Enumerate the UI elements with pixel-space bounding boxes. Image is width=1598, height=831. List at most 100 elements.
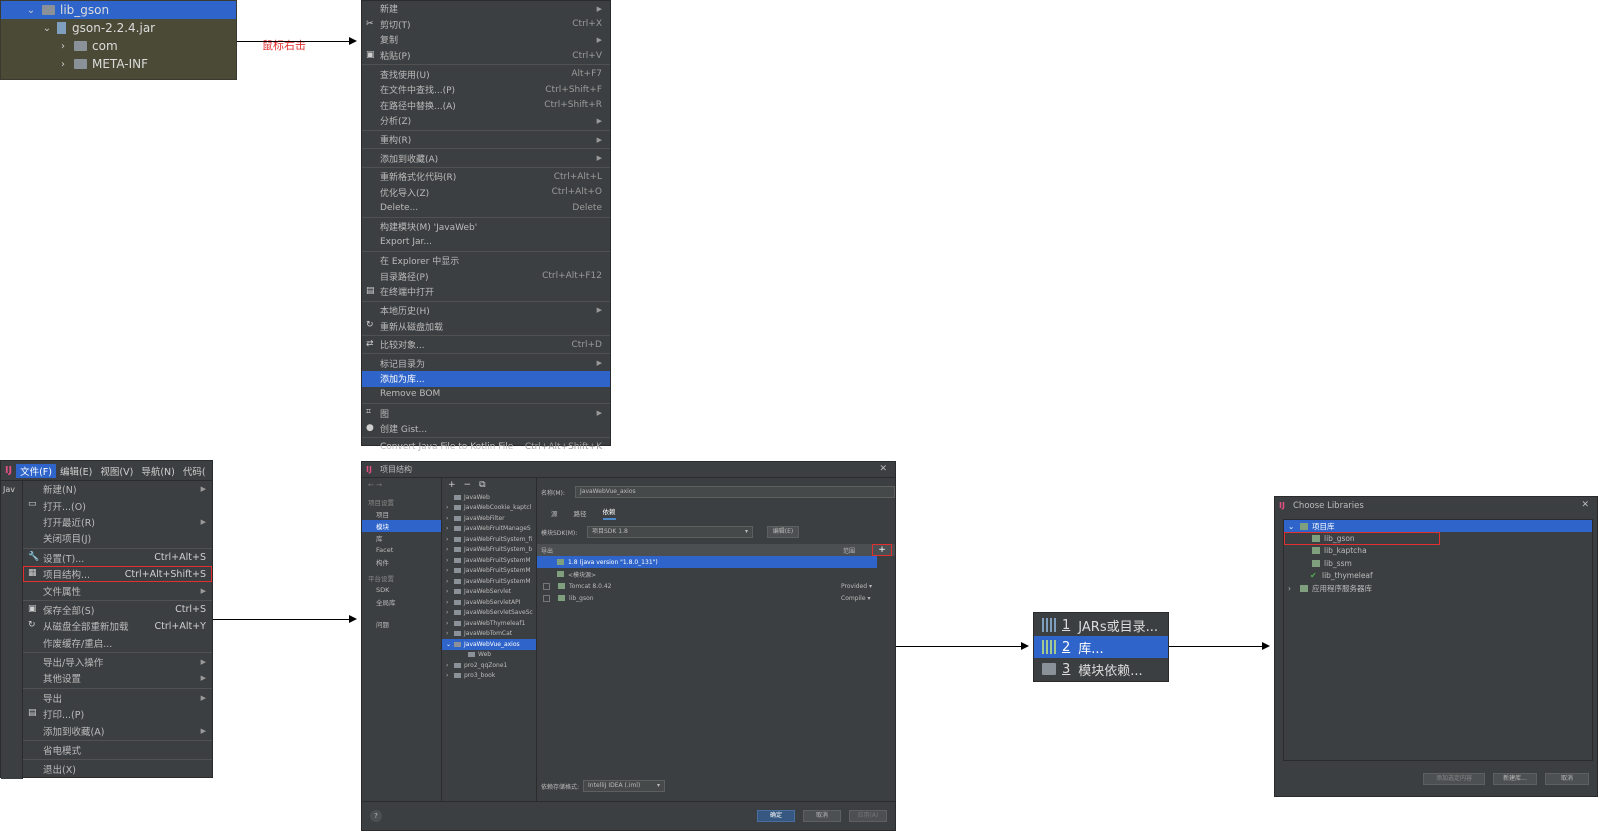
context-menu-item-31[interactable]: 添加为库... — [362, 371, 610, 387]
apply-button[interactable]: 应用(A) — [849, 810, 887, 822]
file-menu-item-5[interactable]: 🔧 设置(T)... Ctrl+Alt+S — [23, 550, 212, 566]
menubar-item[interactable]: 导航(N) — [137, 464, 179, 478]
module-item[interactable]: › JavaWebCookie_kaptcl — [442, 503, 536, 514]
module-item[interactable]: › JavaWebThymeleaf1 — [442, 618, 536, 629]
file-menu-item-17[interactable]: ▤ 打印...(P) — [23, 706, 212, 722]
file-menu-item-18[interactable]: 添加到收藏(A) ▶ — [23, 722, 212, 738]
module-item[interactable]: › JavaWebFruitManageS — [442, 524, 536, 535]
add-selected-button[interactable]: 添加选定内容 — [1423, 773, 1485, 785]
file-menu-item-16[interactable]: 导出 ▶ — [23, 690, 212, 706]
context-menu-item-12[interactable]: 添加到收藏(A) ▶ — [362, 150, 610, 166]
file-menu-item-20[interactable]: 省电模式 — [23, 742, 212, 758]
dependency-scope[interactable]: Compile ▾ — [841, 595, 877, 602]
popup-item-module-dep[interactable]: 3 模块依赖... — [1034, 658, 1168, 680]
copy-icon[interactable]: ⧉ — [479, 480, 485, 490]
file-menu-item-11[interactable]: 作废缓存/重启... — [23, 635, 212, 651]
module-tab[interactable]: 路径 — [574, 508, 587, 518]
tree-node-com[interactable]: › com — [1, 37, 236, 55]
module-item[interactable]: ⌄ JavaWebVue_axios — [442, 639, 536, 650]
cancel-button[interactable]: 取消 — [1545, 773, 1589, 785]
file-menu-item-2[interactable]: 打开最近(R) ▶ — [23, 514, 212, 530]
module-item[interactable]: › JavaWebFruitSystem_fi — [442, 534, 536, 545]
new-library-button[interactable]: 新建库... — [1493, 773, 1537, 785]
dependency-row[interactable]: lib_gson Compile ▾ — [537, 592, 877, 604]
module-item[interactable]: › JavaWebServletSaveSc — [442, 608, 536, 619]
add-icon[interactable]: + — [448, 480, 456, 490]
context-menu-item-2[interactable]: 复制 ▶ — [362, 32, 610, 48]
module-name-input[interactable]: JavaWebVue_axios — [575, 486, 895, 498]
context-menu-item-6[interactable]: 在文件中查找...(P) Ctrl+Shift+F — [362, 82, 610, 98]
menubar-item[interactable]: 文件(F) — [16, 463, 56, 478]
context-menu-item-35[interactable]: ● 创建 Gist... — [362, 421, 610, 437]
context-menu-item-28[interactable]: ⇄ 比较对象... Ctrl+D — [362, 337, 610, 353]
module-item[interactable]: › JavaWebFruitSystemM — [442, 566, 536, 577]
context-menu-item-32[interactable]: Remove BOM — [362, 387, 610, 403]
context-menu-item-23[interactable]: ▤ 在终端中打开 — [362, 284, 610, 300]
export-checkbox[interactable] — [543, 582, 550, 590]
sdk-select[interactable]: 项目SDK 1.8 ▾ — [587, 526, 753, 538]
file-menu-item-10[interactable]: ↻ 从磁盘全部重新加载 Ctrl+Alt+Y — [23, 618, 212, 634]
module-tab[interactable]: 源 — [551, 508, 558, 518]
tree-node-gson-jar[interactable]: ⌄ gson-2.2.4.jar — [1, 19, 236, 37]
module-item[interactable]: › pro3_book — [442, 671, 536, 682]
export-checkbox[interactable] — [543, 594, 550, 602]
remove-icon[interactable]: − — [464, 480, 472, 490]
context-menu-item-10[interactable]: 重构(R) ▶ — [362, 132, 610, 148]
library-item-lib-gson[interactable]: lib_gson — [1284, 532, 1440, 545]
nav-item[interactable]: 项目 — [362, 508, 441, 520]
module-item[interactable]: › JavaWebServlet — [442, 587, 536, 598]
library-item-lib-kaptcha[interactable]: lib_kaptcha — [1284, 545, 1592, 557]
file-menu-item-14[interactable]: 其他设置 ▶ — [23, 670, 212, 686]
menubar-item[interactable]: 编辑(E) — [56, 464, 96, 478]
module-item[interactable]: › JavaWebFruitSystemM — [442, 555, 536, 566]
file-menu-item-3[interactable]: 关闭项目(J) — [23, 530, 212, 546]
tree-node-meta-inf[interactable]: › META-INF — [1, 55, 236, 73]
file-menu-item-0[interactable]: 新建(N) ▶ — [23, 481, 212, 497]
close-icon[interactable]: ✕ — [879, 464, 887, 474]
nav-item[interactable]: Facet — [362, 544, 441, 556]
nav-item[interactable]: 问题 — [362, 618, 441, 630]
tree-node-lib-gson[interactable]: ⌄ lib_gson — [1, 1, 236, 19]
context-menu-item-5[interactable]: 查找使用(U) Alt+F7 — [362, 66, 610, 82]
group-app-server-libraries[interactable]: › 应用程序服务器库 — [1284, 582, 1592, 594]
context-menu-item-30[interactable]: 标记目录为 ▶ — [362, 355, 610, 371]
file-menu-item-1[interactable]: ▭ 打开...(O) — [23, 497, 212, 513]
edit-sdk-button[interactable]: 编辑(E) — [767, 526, 799, 538]
context-menu-item-22[interactable]: 目录路径(P) Ctrl+Alt+F12 — [362, 269, 610, 285]
popup-item-library[interactable]: 2 库... — [1034, 636, 1168, 658]
module-item[interactable]: JavaWeb — [442, 492, 536, 503]
context-menu-item-0[interactable]: 新建 ▶ — [362, 1, 610, 17]
context-menu-item-19[interactable]: Export Jar... — [362, 234, 610, 250]
library-item-lib-ssm[interactable]: lib_ssm — [1284, 557, 1592, 569]
ok-button[interactable]: 确定 — [757, 810, 795, 822]
context-menu-item-21[interactable]: 在 Explorer 中显示 — [362, 253, 610, 269]
file-menu-item-22[interactable]: 退出(X) — [23, 761, 212, 777]
menubar-item[interactable]: 视图(V) — [96, 464, 137, 478]
dependency-row[interactable]: Tomcat 8.0.42 Provided ▾ — [537, 580, 877, 592]
context-menu-item-14[interactable]: 重新格式化代码(R) Ctrl+Alt+L — [362, 169, 610, 185]
context-menu-item-18[interactable]: 构建模块(M) 'JavaWeb' — [362, 219, 610, 235]
module-item[interactable]: › pro2_qqZone1 — [442, 660, 536, 671]
context-menu-item-16[interactable]: Delete... Delete — [362, 200, 610, 216]
module-tab[interactable]: 依赖 — [602, 506, 616, 520]
context-menu-item-37[interactable]: Convert Java File to Kotlin File Ctrl+Alt… — [362, 439, 610, 455]
dependency-row[interactable]: <模块源> — [537, 568, 877, 580]
popup-item-jars[interactable]: 1 JARs或目录... — [1034, 614, 1168, 636]
module-item[interactable]: › JavaWebFilter — [442, 513, 536, 524]
nav-item[interactable]: 构件 — [362, 556, 441, 568]
context-menu-item-34[interactable]: ⌗ 图 ▶ — [362, 405, 610, 421]
nav-item[interactable]: 模块 — [362, 520, 441, 532]
dependency-scope[interactable]: Provided ▾ — [841, 583, 877, 590]
context-menu-item-15[interactable]: 优化导入(Z) Ctrl+Alt+O — [362, 185, 610, 201]
help-button[interactable]: ? — [370, 810, 382, 822]
file-menu-item-13[interactable]: 导出/导入操作 ▶ — [23, 654, 212, 670]
context-menu-item-26[interactable]: ↻ 重新从磁盘加载 — [362, 318, 610, 334]
file-menu-item-9[interactable]: ▣ 保存全部(S) Ctrl+S — [23, 602, 212, 618]
module-item[interactable]: › JavaWebFruitSystemM — [442, 576, 536, 587]
menubar-item[interactable]: 代码( — [179, 464, 210, 478]
nav-item[interactable]: SDK — [362, 584, 441, 596]
module-item[interactable]: › JavaWebFruitSystem_b — [442, 545, 536, 556]
file-menu-item-6[interactable]: ▦ 项目结构... Ctrl+Alt+Shift+S — [23, 565, 212, 583]
library-item-lib-thymeleaf[interactable]: ✔ lib_thymeleaf — [1284, 570, 1592, 582]
module-item[interactable]: Web — [442, 650, 536, 661]
